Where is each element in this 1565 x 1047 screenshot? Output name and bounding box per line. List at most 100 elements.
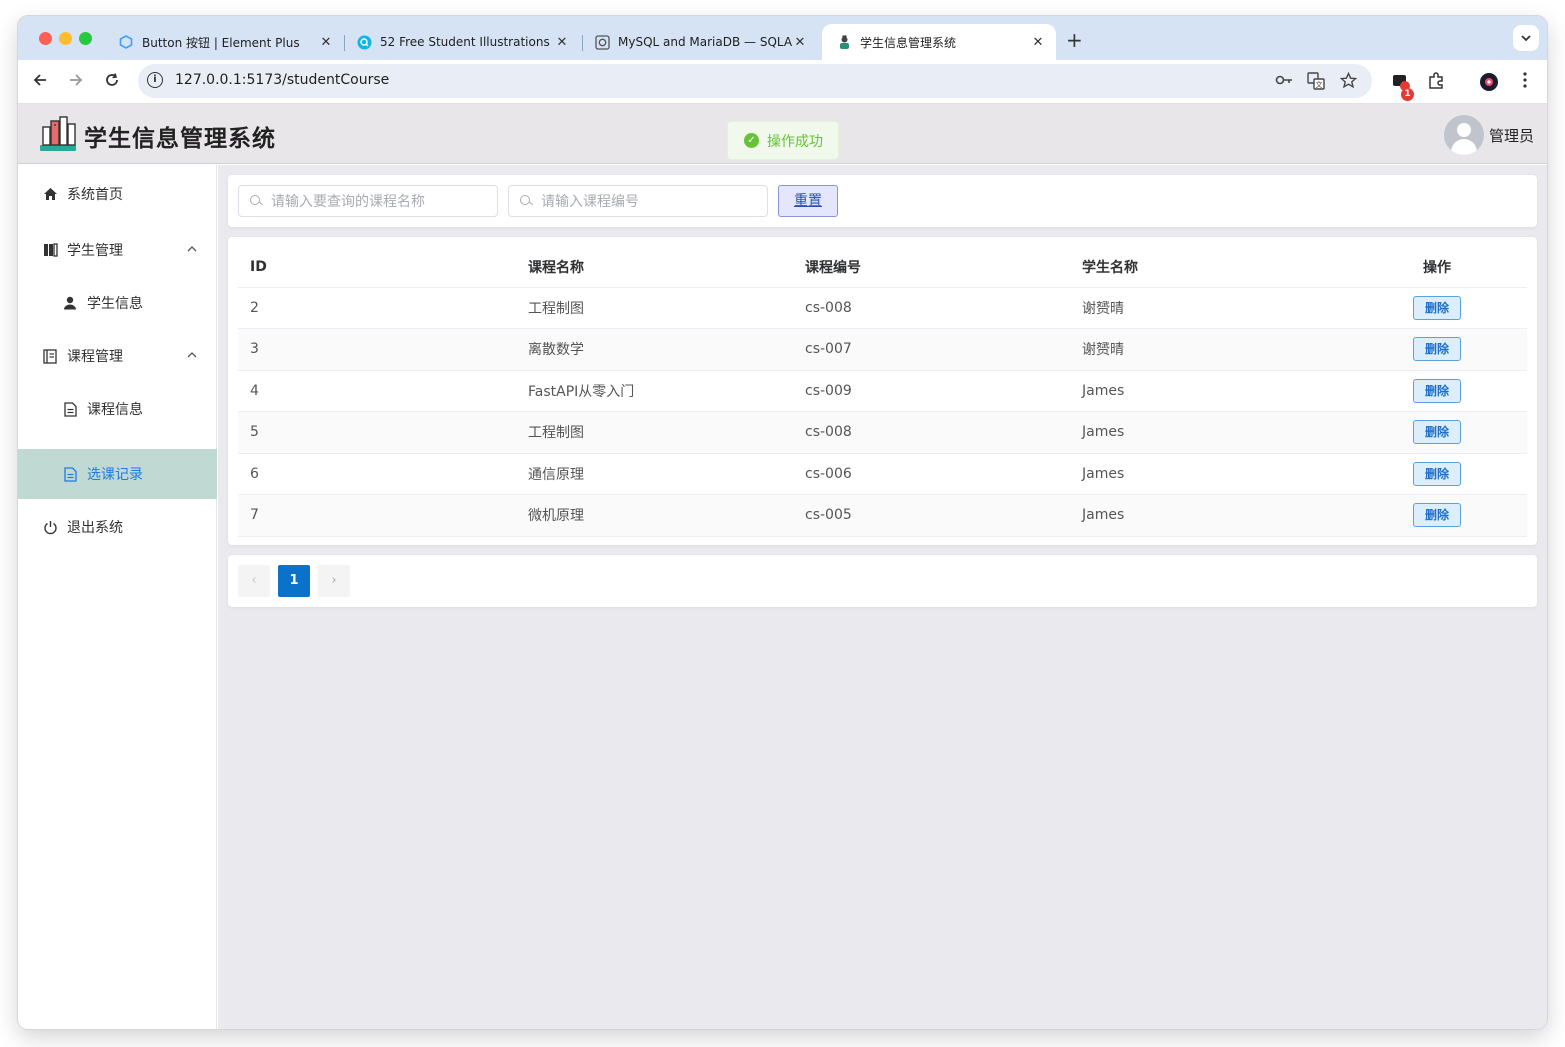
delete-button[interactable]: 删除: [1413, 503, 1461, 528]
cell-course-name: 工程制图: [516, 287, 793, 329]
document-icon: [62, 466, 78, 482]
back-button[interactable]: [28, 70, 52, 94]
sidebar-item-student-management[interactable]: 学生管理: [18, 225, 217, 275]
course-selection-table-card: ID 课程名称 课程编号 学生名称 操作 2 工程制图 cs-008 谢赟晴 删…: [228, 237, 1537, 545]
delete-button[interactable]: 删除: [1413, 420, 1461, 445]
cell-course-number: cs-008: [793, 411, 1070, 454]
search-icon: [519, 194, 533, 208]
cell-id: 4: [238, 370, 516, 412]
admin-name[interactable]: 管理员: [1489, 125, 1534, 146]
address-bar[interactable]: i 127.0.0.1:5173/studentCourse 文: [138, 64, 1372, 98]
cell-student-name: James: [1070, 494, 1347, 537]
cell-id: 6: [238, 453, 516, 495]
minimize-window-button[interactable]: [59, 32, 72, 45]
profile-icon[interactable]: [1478, 72, 1500, 94]
search-icon: [249, 194, 263, 208]
cell-student-name: James: [1070, 453, 1347, 495]
course-name-search-input[interactable]: 请输入要查询的课程名称: [238, 185, 498, 217]
cell-id: 2: [238, 287, 516, 329]
delete-button[interactable]: 删除: [1413, 461, 1461, 486]
sidebar-item-course-selection[interactable]: 选课记录: [18, 449, 217, 499]
cell-course-name: 离散数学: [516, 328, 793, 371]
more-menu-icon[interactable]: [1514, 72, 1536, 94]
maximize-window-button[interactable]: [79, 32, 92, 45]
sidebar-item-logout[interactable]: 退出系统: [18, 502, 217, 552]
delete-button[interactable]: 删除: [1413, 295, 1461, 320]
tab-student-system[interactable]: 学生信息管理系统 ✕: [822, 24, 1056, 60]
browser-toolbar: i 127.0.0.1:5173/studentCourse 文 1: [18, 60, 1547, 104]
prev-page-button[interactable]: ‹: [238, 565, 270, 597]
column-header-actions: 操作: [1347, 247, 1527, 288]
new-tab-button[interactable]: +: [1066, 28, 1083, 52]
bookmark-star-icon[interactable]: [1338, 71, 1358, 90]
table-row: 6 通信原理 cs-006 James 删除: [238, 453, 1527, 495]
tab-sqlalchemy-docs[interactable]: MySQL and MariaDB — SQLA ✕: [580, 24, 818, 60]
forward-button[interactable]: [64, 70, 88, 94]
close-tab-icon[interactable]: ✕: [318, 35, 334, 50]
sidebar-item-course-management[interactable]: 课程管理: [18, 331, 217, 381]
table-row: 5 工程制图 cs-008 James 删除: [238, 411, 1527, 454]
next-page-button[interactable]: ›: [318, 565, 350, 597]
cell-id: 7: [238, 494, 516, 537]
browser-window: Button 按钮 | Element Plus ✕ 52 Free Stude…: [18, 16, 1547, 1029]
cell-course-number: cs-008: [793, 287, 1070, 329]
cell-course-name: 工程制图: [516, 411, 793, 454]
chevron-up-icon: [187, 242, 197, 255]
course-number-search-input[interactable]: 请输入课程编号: [508, 185, 768, 217]
tab-search-button[interactable]: [1513, 25, 1539, 51]
app-header: 学生信息管理系统 ✓ 操作成功 管理员: [18, 104, 1547, 164]
home-icon: [42, 186, 58, 202]
sidebar-item-home[interactable]: 系统首页: [18, 169, 217, 219]
book-icon: [42, 242, 58, 258]
chevron-down-icon: [1521, 31, 1531, 45]
cell-student-name: 谢赟晴: [1070, 287, 1347, 329]
sidebar-item-student-info[interactable]: 学生信息: [18, 278, 217, 328]
cell-course-number: cs-009: [793, 370, 1070, 412]
app-title: 学生信息管理系统: [84, 126, 276, 152]
arrow-left-icon: [33, 72, 47, 92]
tab-strip: Button 按钮 | Element Plus ✕ 52 Free Stude…: [18, 16, 1547, 60]
main-content: 请输入要查询的课程名称 请输入课程编号 重置 ID 课程名称 课程编号 学生名称…: [218, 165, 1547, 1029]
delete-button[interactable]: 删除: [1413, 337, 1461, 362]
sidebar: 系统首页 学生管理 学生信息 课程管理 课程信息 选课记录 退出系统: [18, 165, 217, 1029]
column-header-id: ID: [238, 247, 516, 288]
cell-course-number: cs-006: [793, 453, 1070, 495]
cell-id: 3: [238, 328, 516, 371]
power-icon: [42, 519, 58, 535]
url-text[interactable]: 127.0.0.1:5173/studentCourse: [175, 72, 389, 88]
avatar[interactable]: [1444, 115, 1484, 155]
notebook-icon: [42, 348, 58, 364]
tab-element-plus[interactable]: Button 按钮 | Element Plus ✕: [104, 24, 344, 60]
document-icon: [62, 401, 78, 417]
cell-course-name: FastAPI从零入门: [516, 370, 793, 412]
column-header-student-name: 学生名称: [1070, 247, 1347, 288]
sidebar-item-course-info[interactable]: 课程信息: [18, 384, 217, 434]
table-header-row: ID 课程名称 课程编号 学生名称 操作: [238, 247, 1527, 288]
reset-button[interactable]: 重置: [778, 185, 838, 217]
table-row: 3 离散数学 cs-007 谢赟晴 删除: [238, 328, 1527, 371]
close-tab-icon[interactable]: ✕: [1030, 35, 1046, 50]
cell-course-number: cs-005: [793, 494, 1070, 537]
tab-student-illustrations[interactable]: 52 Free Student Illustrations - ✕: [342, 24, 580, 60]
cell-course-name: 微机原理: [516, 494, 793, 537]
toast-message: 操作成功: [767, 133, 823, 150]
docs-icon: [594, 34, 610, 50]
extensions-puzzle-icon[interactable]: [1425, 72, 1447, 94]
student-favicon: [836, 34, 852, 50]
site-info-icon[interactable]: i: [147, 72, 163, 88]
cell-student-name: James: [1070, 370, 1347, 412]
check-circle-icon: ✓: [744, 133, 759, 148]
close-window-button[interactable]: [39, 32, 52, 45]
page-number-current[interactable]: 1: [278, 565, 310, 597]
password-key-icon[interactable]: [1274, 72, 1294, 90]
pagination-card: ‹ 1 ›: [228, 555, 1537, 607]
translate-icon[interactable]: 文: [1306, 72, 1326, 90]
close-tab-icon[interactable]: ✕: [792, 35, 808, 50]
delete-button[interactable]: 删除: [1413, 378, 1461, 403]
success-toast: ✓ 操作成功: [727, 121, 839, 160]
element-plus-icon: [118, 34, 134, 50]
table-row: 4 FastAPI从零入门 cs-009 James 删除: [238, 370, 1527, 412]
reload-button[interactable]: [100, 70, 124, 94]
close-tab-icon[interactable]: ✕: [554, 35, 570, 50]
cell-course-name: 通信原理: [516, 453, 793, 495]
